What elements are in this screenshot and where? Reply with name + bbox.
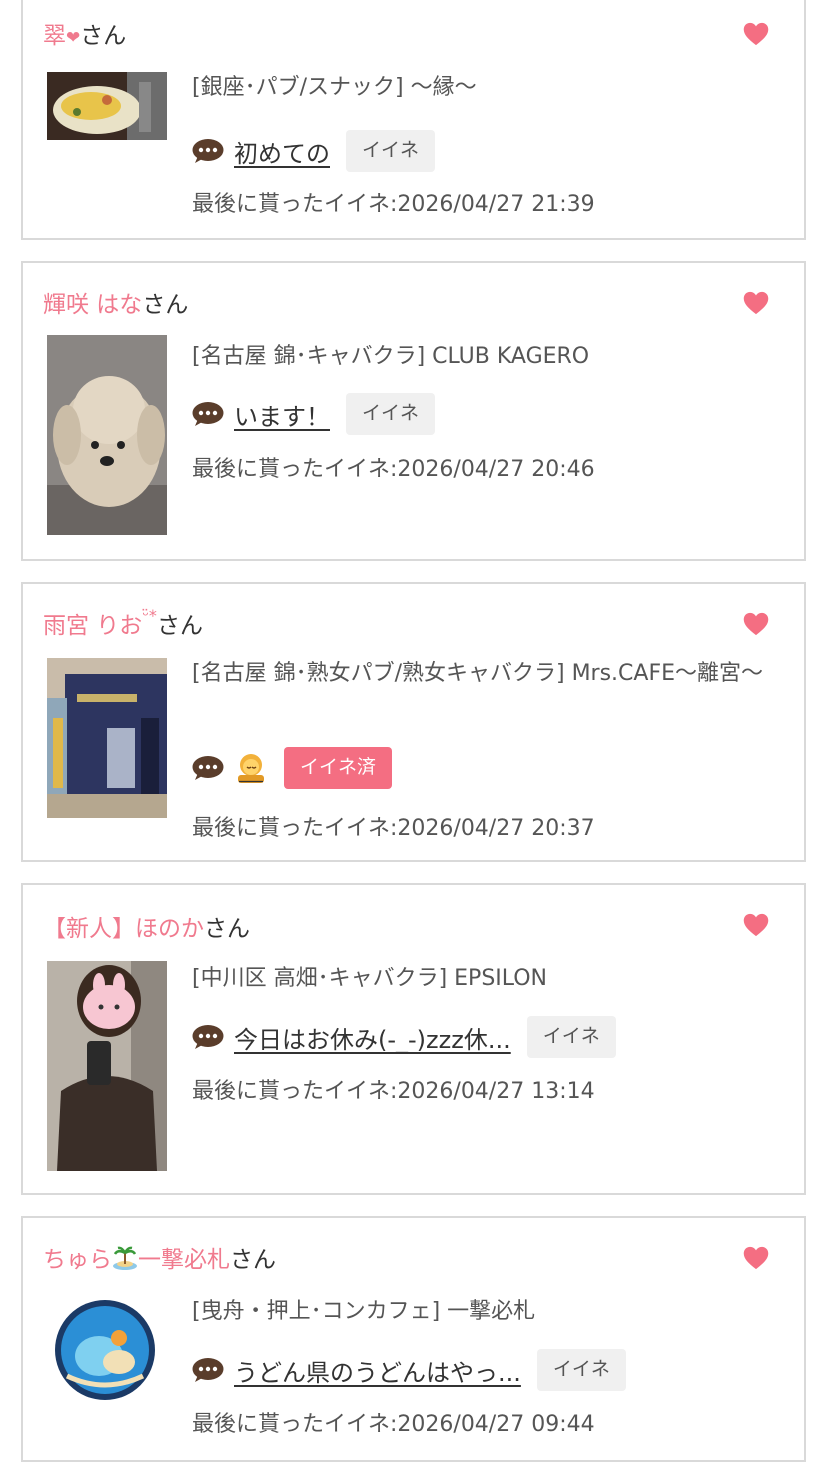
profile-photo[interactable] [47, 658, 167, 818]
heart-icon[interactable] [742, 20, 770, 48]
woman-gesturing-emoji-icon[interactable] [234, 753, 268, 783]
shop-info: [名古屋 錦･熟女パブ/熟女キャバクラ] Mrs.CAFE〜離宮〜 [192, 661, 764, 686]
user-name[interactable]: 雨宮 りおᵕ̈*さん [43, 606, 203, 640]
last-like-date: 最後に貰ったイイネ:2026/04/27 20:37 [192, 816, 595, 841]
user-name-text[interactable]: 【新人】ほのか [43, 916, 204, 942]
profile-photo[interactable] [47, 335, 167, 535]
user-name[interactable]: 【新人】ほのかさん [43, 909, 250, 943]
profile-photo[interactable] [47, 1298, 167, 1408]
user-card[interactable]: 【新人】ほのかさん [中川区 高畑･キャバクラ] EPSILON 今日はお休み(… [21, 883, 806, 1195]
last-like-date: 最後に貰ったイイネ:2026/04/27 09:44 [192, 1412, 595, 1437]
honorific: さん [204, 916, 250, 942]
user-card[interactable]: 雨宮 りおᵕ̈*さん [名古屋 錦･熟女パブ/熟女キャバクラ] Mrs.CAFE… [21, 582, 806, 862]
user-card[interactable]: 翠❤さん [銀座･パブ/スナック] 〜縁〜 初めての イイネ 最後に貰ったイイネ… [21, 0, 806, 240]
user-name[interactable]: 翠❤さん [43, 16, 126, 50]
user-name[interactable]: ちゅら 一撃必札さん [43, 1240, 276, 1274]
message-link[interactable]: います！ [234, 397, 330, 432]
speech-bubble-icon [192, 401, 224, 427]
profile-photo[interactable] [47, 72, 167, 140]
honorific: さん [156, 613, 203, 639]
honorific: さん [142, 292, 189, 318]
like-button[interactable]: イイネ [346, 393, 436, 435]
shop-info: [中川区 高畑･キャバクラ] EPSILON [192, 966, 548, 991]
shop-info: [曳舟・押上･コンカフェ] 一撃必札 [192, 1299, 536, 1324]
heart-icon[interactable] [742, 911, 770, 939]
user-name-text[interactable]: ちゅら [43, 1247, 112, 1273]
message-link[interactable]: 今日はお休み(-_-)zzz休... [234, 1020, 511, 1055]
shop-info: [銀座･パブ/スナック] 〜縁〜 [192, 75, 477, 100]
island-emoji-icon [112, 1245, 138, 1271]
last-like-date: 最後に貰ったイイネ:2026/04/27 20:46 [192, 457, 595, 482]
heart-icon[interactable] [742, 289, 770, 317]
last-like-date: 最後に貰ったイイネ:2026/04/27 13:14 [192, 1079, 595, 1104]
honorific: さん [80, 23, 127, 49]
last-like-date: 最後に貰ったイイネ:2026/04/27 21:39 [192, 192, 595, 217]
name-emoji: ᵕ̈* [142, 606, 157, 625]
speech-bubble-icon [192, 755, 224, 781]
heart-icon[interactable] [742, 610, 770, 638]
speech-bubble-icon [192, 138, 224, 164]
user-name-text[interactable]: 雨宮 りお [43, 613, 142, 639]
user-name-extra[interactable]: 一撃必札 [138, 1247, 230, 1273]
speech-bubble-icon [192, 1357, 224, 1383]
profile-photo[interactable] [47, 961, 167, 1171]
user-name[interactable]: 輝咲 はなさん [43, 285, 188, 319]
user-name-text[interactable]: 輝咲 はな [43, 292, 142, 318]
message-link[interactable]: うどん県のうどんはやっ... [234, 1353, 521, 1388]
user-card[interactable]: 輝咲 はなさん [名古屋 錦･キャバクラ] CLUB KAGERO います！ イ… [21, 261, 806, 561]
heart-emoji-icon: ❤ [66, 28, 81, 48]
honorific: さん [230, 1247, 276, 1273]
shop-info: [名古屋 錦･キャバクラ] CLUB KAGERO [192, 344, 590, 369]
user-card[interactable]: ちゅら 一撃必札さん [曳舟・押上･コンカフェ] 一撃必札 うどん県のうどんはや… [21, 1216, 806, 1462]
message-link[interactable]: 初めての [234, 134, 330, 169]
speech-bubble-icon [192, 1024, 224, 1050]
like-button[interactable]: イイネ [346, 130, 436, 172]
like-button-liked[interactable]: イイネ済 [284, 747, 393, 789]
user-name-text[interactable]: 翠 [43, 23, 66, 49]
like-button[interactable]: イイネ [526, 1016, 616, 1058]
like-button[interactable]: イイネ [536, 1349, 626, 1391]
heart-icon[interactable] [742, 1244, 770, 1272]
